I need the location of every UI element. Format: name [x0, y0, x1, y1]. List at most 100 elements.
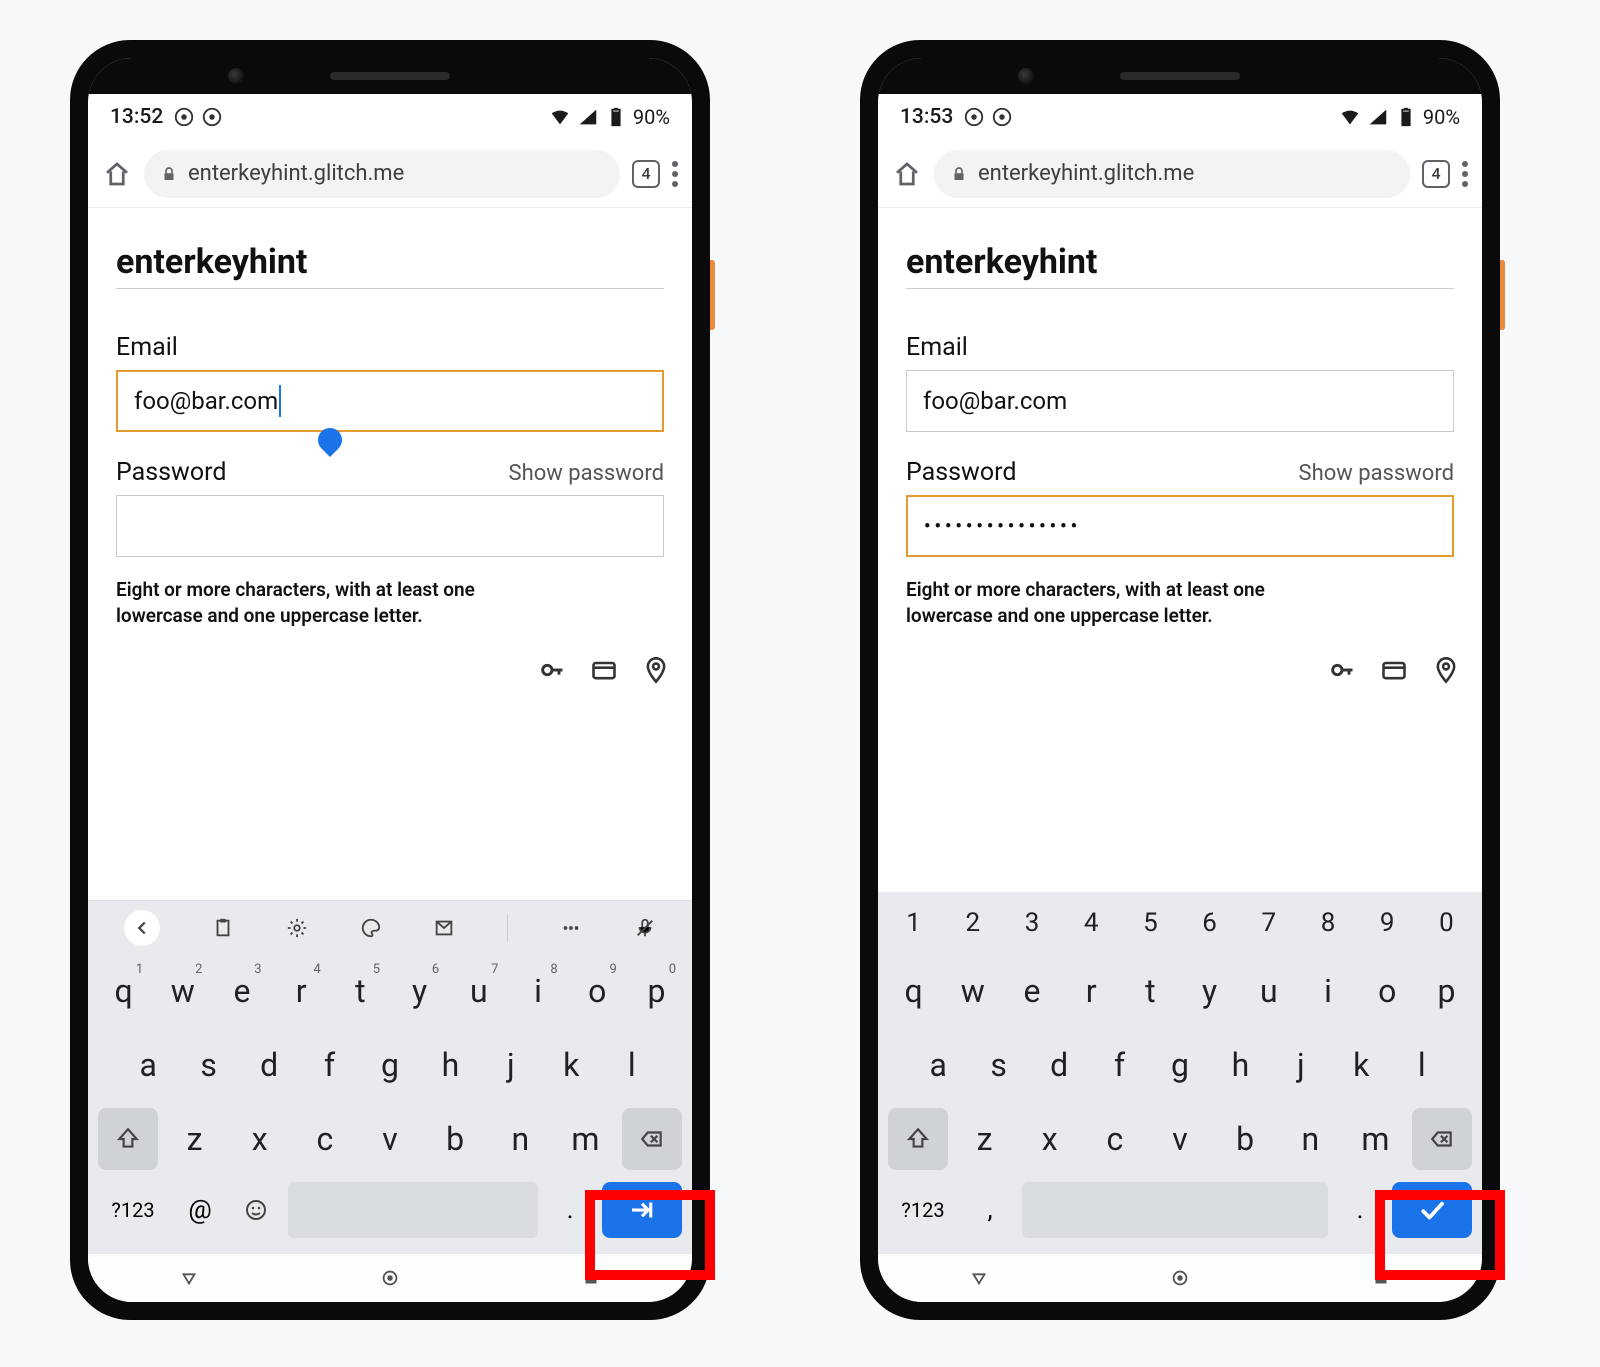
more-icon[interactable] — [560, 917, 582, 939]
tab-switcher[interactable]: 4 — [1422, 160, 1450, 188]
nav-recent-icon[interactable] — [580, 1267, 602, 1289]
enter-key-next[interactable] — [602, 1182, 682, 1238]
key-c[interactable]: c — [1082, 1108, 1147, 1170]
key-z[interactable]: z — [162, 1108, 227, 1170]
key-t[interactable]: t — [1121, 960, 1180, 1022]
key-v[interactable]: v — [1147, 1108, 1212, 1170]
address-bar[interactable]: enterkeyhint.glitch.me — [934, 150, 1410, 198]
key-o[interactable]: o9 — [568, 960, 627, 1022]
backspace-key[interactable] — [622, 1108, 682, 1170]
overflow-menu-icon[interactable] — [1462, 161, 1468, 187]
key-q[interactable]: q1 — [94, 960, 153, 1022]
key-y[interactable]: y — [1180, 960, 1239, 1022]
key-f[interactable]: f — [1089, 1034, 1149, 1096]
key-a[interactable]: a — [908, 1034, 968, 1096]
mic-off-icon[interactable] — [634, 917, 656, 939]
key-t[interactable]: t5 — [331, 960, 390, 1022]
key-n[interactable]: n — [1278, 1108, 1343, 1170]
key-u[interactable]: u7 — [449, 960, 508, 1022]
nav-back-icon[interactable] — [178, 1267, 200, 1289]
home-icon[interactable] — [892, 159, 922, 189]
key-2[interactable]: 2 — [943, 898, 1002, 948]
location-icon[interactable] — [642, 656, 670, 684]
key-p[interactable]: p0 — [627, 960, 686, 1022]
key-icon[interactable] — [1328, 656, 1356, 684]
key-s[interactable]: s — [968, 1034, 1028, 1096]
key-u[interactable]: u — [1239, 960, 1298, 1022]
period-key[interactable]: . — [546, 1182, 594, 1238]
key-7[interactable]: 7 — [1239, 898, 1298, 948]
key-9[interactable]: 9 — [1358, 898, 1417, 948]
window-icon[interactable] — [433, 917, 455, 939]
address-bar[interactable]: enterkeyhint.glitch.me — [144, 150, 620, 198]
emoji-key[interactable] — [232, 1182, 280, 1238]
key-x[interactable]: x — [227, 1108, 292, 1170]
key-k[interactable]: k — [541, 1034, 601, 1096]
key-a[interactable]: a — [118, 1034, 178, 1096]
email-field[interactable]: foo@bar.com — [906, 370, 1454, 432]
password-field[interactable]: ••••••••••••••• — [906, 495, 1454, 557]
palette-icon[interactable] — [360, 917, 382, 939]
key-d[interactable]: d — [239, 1034, 299, 1096]
card-icon[interactable] — [590, 656, 618, 684]
key-8[interactable]: 8 — [1298, 898, 1357, 948]
enter-key-done[interactable] — [1392, 1182, 1472, 1238]
at-key[interactable]: @ — [176, 1182, 224, 1238]
key-4[interactable]: 4 — [1062, 898, 1121, 948]
backspace-key[interactable] — [1412, 1108, 1472, 1170]
nav-recent-icon[interactable] — [1370, 1267, 1392, 1289]
key-d[interactable]: d — [1029, 1034, 1089, 1096]
key-o[interactable]: o — [1358, 960, 1417, 1022]
key-p[interactable]: p — [1417, 960, 1476, 1022]
comma-key[interactable]: , — [966, 1182, 1014, 1238]
key-i[interactable]: i — [1298, 960, 1357, 1022]
key-l[interactable]: l — [602, 1034, 662, 1096]
location-icon[interactable] — [1432, 656, 1460, 684]
key-m[interactable]: m — [553, 1108, 618, 1170]
key-x[interactable]: x — [1017, 1108, 1082, 1170]
key-h[interactable]: h — [1210, 1034, 1270, 1096]
home-icon[interactable] — [102, 159, 132, 189]
key-5[interactable]: 5 — [1121, 898, 1180, 948]
key-z[interactable]: z — [952, 1108, 1017, 1170]
key-b[interactable]: b — [423, 1108, 488, 1170]
period-key[interactable]: . — [1336, 1182, 1384, 1238]
symbols-key[interactable]: ?123 — [888, 1182, 958, 1238]
key-j[interactable]: j — [481, 1034, 541, 1096]
key-c[interactable]: c — [292, 1108, 357, 1170]
key-3[interactable]: 3 — [1002, 898, 1061, 948]
tab-switcher[interactable]: 4 — [632, 160, 660, 188]
key-h[interactable]: h — [420, 1034, 480, 1096]
email-field[interactable]: foo@bar.com — [116, 370, 664, 432]
key-q[interactable]: q — [884, 960, 943, 1022]
caret-handle-icon[interactable] — [313, 423, 347, 457]
gear-icon[interactable] — [286, 917, 308, 939]
key-n[interactable]: n — [488, 1108, 553, 1170]
key-l[interactable]: l — [1392, 1034, 1452, 1096]
key-g[interactable]: g — [1150, 1034, 1210, 1096]
key-g[interactable]: g — [360, 1034, 420, 1096]
key-y[interactable]: y6 — [390, 960, 449, 1022]
symbols-key[interactable]: ?123 — [98, 1182, 168, 1238]
key-s[interactable]: s — [178, 1034, 238, 1096]
key-k[interactable]: k — [1331, 1034, 1391, 1096]
show-password-toggle[interactable]: Show password — [509, 461, 664, 486]
key-1[interactable]: 1 — [884, 898, 943, 948]
key-w[interactable]: w — [943, 960, 1002, 1022]
key-e[interactable]: e3 — [212, 960, 271, 1022]
password-field[interactable] — [116, 495, 664, 557]
nav-back-icon[interactable] — [968, 1267, 990, 1289]
card-icon[interactable] — [1380, 656, 1408, 684]
show-password-toggle[interactable]: Show password — [1299, 461, 1454, 486]
key-icon[interactable] — [538, 656, 566, 684]
shift-key[interactable] — [98, 1108, 158, 1170]
nav-home-icon[interactable] — [1169, 1267, 1191, 1289]
overflow-menu-icon[interactable] — [672, 161, 678, 187]
nav-home-icon[interactable] — [379, 1267, 401, 1289]
key-r[interactable]: r4 — [272, 960, 331, 1022]
key-e[interactable]: e — [1002, 960, 1061, 1022]
shift-key[interactable] — [888, 1108, 948, 1170]
key-i[interactable]: i8 — [508, 960, 567, 1022]
key-w[interactable]: w2 — [153, 960, 212, 1022]
key-r[interactable]: r — [1062, 960, 1121, 1022]
